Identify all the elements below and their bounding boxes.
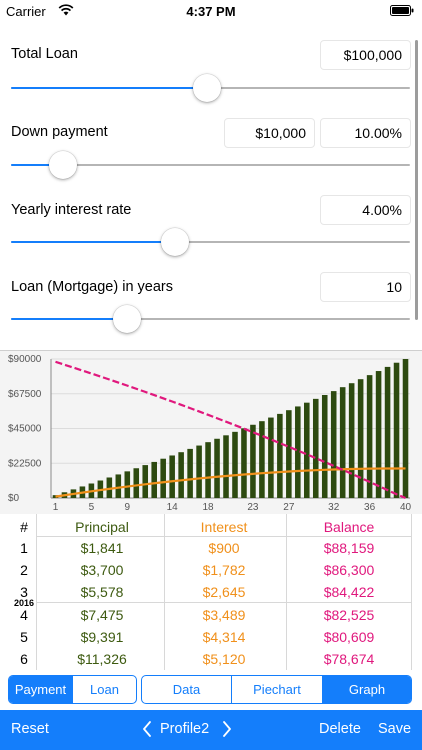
down-payment-label: Down payment [11, 124, 108, 140]
principal-bar [366, 375, 373, 498]
header-principal: Principal [75, 519, 129, 535]
tabs-bar: Payment Loan Data Piechart Graph [0, 670, 422, 710]
battery-icon [390, 5, 414, 16]
x-tick-label: 9 [125, 502, 131, 513]
amortization-table: # Principal Interest Balance 2016 1 $1,8… [0, 514, 422, 671]
tab-payment[interactable]: Payment [9, 676, 73, 703]
x-tick-label: 1 [53, 502, 59, 513]
save-button[interactable]: Save [378, 721, 411, 737]
principal-bar [241, 428, 247, 498]
tab-piechart[interactable]: Piechart [232, 676, 323, 703]
x-tick-label: 18 [203, 502, 215, 513]
principal-bar [339, 387, 346, 498]
principal-bar [259, 421, 265, 498]
principal-bar [375, 371, 382, 498]
principal-bar [250, 424, 256, 498]
chevron-right-icon[interactable] [222, 721, 232, 737]
principal-bar [321, 395, 328, 498]
principal-bar [232, 431, 238, 498]
header-num: # [20, 519, 28, 535]
principal-bar [330, 391, 337, 498]
tab-graph[interactable]: Graph [323, 676, 411, 703]
header-interest: Interest [200, 519, 248, 535]
principal-bar [223, 435, 229, 498]
view-mode-segmented-control: Payment Loan [8, 675, 137, 704]
profile-name: Profile2 [160, 721, 210, 737]
principal-bar [133, 468, 140, 498]
x-tick-label: 32 [328, 502, 340, 513]
principal-bar [160, 458, 166, 498]
principal-bar [169, 455, 175, 498]
tab-loan[interactable]: Loan [73, 676, 136, 703]
years-slider[interactable] [11, 305, 410, 333]
interest-rate-slider-thumb[interactable] [160, 228, 189, 256]
x-tick-label: 36 [364, 502, 376, 513]
delete-button[interactable]: Delete [319, 721, 361, 737]
y-tick-label: $0 [8, 493, 20, 504]
principal-bar [384, 366, 391, 498]
x-tick-label: 40 [400, 502, 412, 513]
status-time: 4:37 PM [186, 4, 236, 19]
principal-bar [286, 410, 292, 498]
principal-bar [196, 445, 202, 498]
chart-svg: $0 $22500 $45000 $67500 $90000 1 5 9 14 18 23 27 32 3… [8, 354, 412, 513]
reset-button[interactable]: Reset [11, 721, 49, 737]
principal-bar [312, 398, 319, 498]
interest-rate-input[interactable]: 4.00% [320, 195, 411, 225]
y-tick-label: $67500 [8, 389, 42, 400]
y-tick-label: $90000 [8, 354, 42, 365]
interest-rate-slider[interactable] [11, 228, 410, 256]
scroll-indicator[interactable] [415, 40, 418, 320]
display-segmented-control: Data Piechart Graph [141, 675, 412, 704]
status-bar: Carrier 4:37 PM [0, 0, 422, 22]
principal-bar [205, 442, 211, 498]
total-loan-slider[interactable] [11, 74, 410, 102]
principal-bar [402, 359, 409, 498]
interest-rate-label: Yearly interest rate [11, 202, 132, 218]
years-input[interactable]: 10 [320, 272, 411, 302]
y-tick-label: $22500 [8, 458, 42, 469]
principal-bar [304, 402, 310, 498]
principal-bar [214, 438, 220, 498]
principal-bar [268, 417, 274, 498]
x-tick-label: 14 [167, 502, 179, 513]
x-tick-label: 23 [247, 502, 259, 513]
principal-bar [277, 413, 283, 498]
total-loan-input[interactable]: $100,000 [320, 40, 411, 70]
years-slider-thumb[interactable] [112, 305, 141, 333]
down-payment-percent-input[interactable]: 10.00% [320, 118, 411, 148]
x-tick-label: 27 [283, 502, 295, 513]
total-loan-label: Total Loan [11, 46, 78, 62]
x-tick-label: 5 [89, 502, 95, 513]
principal-bar [178, 452, 184, 498]
down-payment-amount-input[interactable]: $10,000 [224, 118, 315, 148]
bottom-toolbar: Reset Profile2 Delete Save [0, 710, 422, 750]
principal-bar [357, 379, 364, 498]
tab-data[interactable]: Data [142, 676, 232, 703]
loan-chart: $0 $22500 $45000 $67500 $90000 1 5 9 14 18 23 27 32 3… [0, 351, 422, 515]
principal-bar [187, 448, 193, 498]
y-tick-label: $45000 [8, 424, 42, 435]
total-loan-slider-thumb[interactable] [192, 74, 221, 102]
principal-bar [115, 474, 122, 498]
principal-bar [124, 471, 131, 498]
down-payment-slider-thumb[interactable] [48, 151, 77, 179]
principal-bar [151, 461, 157, 498]
principal-bar [393, 362, 400, 498]
header-balance: Balance [323, 519, 375, 535]
years-label: Loan (Mortgage) in years [11, 279, 173, 295]
principal-bar [348, 383, 355, 498]
principal-bar [142, 465, 149, 498]
chevron-left-icon[interactable] [142, 721, 152, 737]
down-payment-slider[interactable] [11, 151, 410, 179]
